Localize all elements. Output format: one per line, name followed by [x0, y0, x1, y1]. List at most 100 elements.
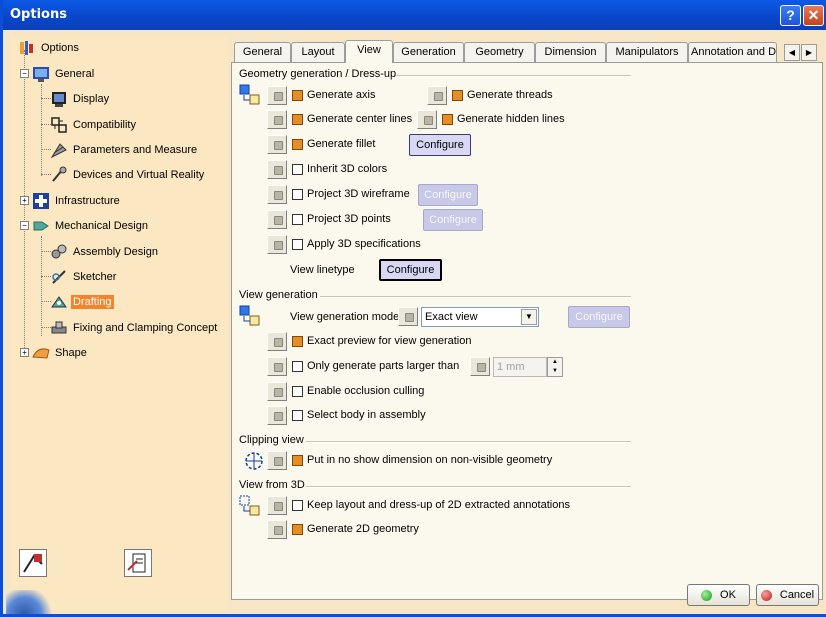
- generate-axis-label: Generate axis: [307, 89, 376, 101]
- tab-scroll-right-button[interactable]: ▶: [801, 44, 817, 61]
- lock-inherit-3d-colors[interactable]: [267, 160, 287, 179]
- lock-generate-fillet[interactable]: [267, 135, 287, 154]
- general-icon: [32, 65, 50, 83]
- size-value-input[interactable]: 1 mm: [493, 357, 547, 377]
- view-generation-mode-select[interactable]: Exact view ▼: [421, 307, 539, 327]
- view-generation-mode-value: Exact view: [425, 311, 478, 323]
- tree-item-options[interactable]: Options: [18, 38, 81, 58]
- no-show-checkbox[interactable]: [292, 455, 303, 466]
- only-larger-checkbox[interactable]: [292, 361, 303, 372]
- generate-center-lines-checkbox[interactable]: [292, 114, 303, 125]
- lock-select-body[interactable]: [267, 406, 287, 425]
- tree-item-devices[interactable]: Devices and Virtual Reality: [50, 165, 206, 185]
- tree-item-mechanical-design[interactable]: Mechanical Design: [32, 216, 150, 236]
- ok-button[interactable]: OK: [687, 584, 750, 606]
- inherit-3d-colors-label: Inherit 3D colors: [307, 163, 388, 175]
- options-icon: [18, 39, 36, 57]
- tree-item-sketcher[interactable]: Sketcher: [50, 267, 118, 287]
- lock-generate-hidden-lines[interactable]: [417, 110, 437, 129]
- chevron-down-icon[interactable]: ▼: [521, 309, 537, 325]
- devices-icon: [50, 166, 68, 184]
- select-body-checkbox[interactable]: [292, 410, 303, 421]
- lock-no-show[interactable]: [267, 451, 287, 470]
- cancel-button[interactable]: Cancel: [756, 584, 819, 606]
- fixing-clamping-icon: [50, 319, 68, 337]
- expand-shape-toggle[interactable]: +: [20, 348, 29, 357]
- configure-wireframe-button[interactable]: Configure: [418, 184, 478, 206]
- shape-icon: [32, 344, 50, 362]
- lock-view-generation-mode[interactable]: [398, 307, 418, 326]
- lock-generate-threads[interactable]: [427, 86, 447, 105]
- configure-fillet-button[interactable]: Configure: [409, 134, 471, 156]
- tree-item-assembly-design[interactable]: Assembly Design: [50, 242, 160, 262]
- lock-project-3d-points[interactable]: [267, 210, 287, 229]
- expand-infrastructure-toggle[interactable]: +: [20, 196, 29, 205]
- project-3d-wireframe-label: Project 3D wireframe: [307, 188, 410, 200]
- tab-dimension[interactable]: Dimension: [535, 42, 606, 62]
- window-title: Options: [10, 7, 67, 22]
- lock-exact-preview[interactable]: [267, 332, 287, 351]
- lock-only-larger[interactable]: [267, 357, 287, 376]
- apply-3d-specs-checkbox[interactable]: [292, 239, 303, 250]
- configure-linetype-button[interactable]: Configure: [379, 259, 442, 281]
- ok-icon: [701, 589, 713, 601]
- parameters-icon: [50, 141, 68, 159]
- tab-geometry[interactable]: Geometry: [464, 42, 535, 62]
- tree-item-general[interactable]: General: [32, 64, 96, 84]
- close-button[interactable]: ✕: [803, 5, 824, 26]
- lock-project-3d-wireframe[interactable]: [267, 185, 287, 204]
- globe-decoration: [6, 590, 52, 614]
- tree-item-compatibility[interactable]: Compatibility: [50, 115, 138, 135]
- lock-occlusion[interactable]: [267, 382, 287, 401]
- lock-generate-axis[interactable]: [267, 86, 287, 105]
- select-body-label: Select body in assembly: [307, 409, 426, 421]
- only-larger-label: Only generate parts larger than: [307, 360, 460, 372]
- generate-axis-checkbox[interactable]: [292, 90, 303, 101]
- size-stepper[interactable]: ▲ ▼: [547, 357, 563, 377]
- expand-mechanical-toggle[interactable]: −: [20, 221, 29, 230]
- project-3d-wireframe-checkbox[interactable]: [292, 189, 303, 200]
- tab-scroll-left-button[interactable]: ◀: [784, 44, 800, 61]
- lock-apply-3d-specs[interactable]: [267, 235, 287, 254]
- options-window: Options ? ✕ Options − General Display Co…: [0, 0, 826, 617]
- tree-item-fixing-clamping[interactable]: Fixing and Clamping Concept: [50, 318, 219, 338]
- help-button[interactable]: ?: [780, 5, 801, 26]
- keep-layout-checkbox[interactable]: [292, 500, 303, 511]
- tree-item-parameters[interactable]: Parameters and Measure: [50, 140, 199, 160]
- tab-generation[interactable]: Generation: [393, 42, 464, 62]
- generate-fillet-checkbox[interactable]: [292, 139, 303, 150]
- expand-general-toggle[interactable]: −: [20, 69, 29, 78]
- lock-size-value[interactable]: [470, 357, 490, 376]
- view-generation-section-icon: [239, 305, 261, 327]
- inherit-3d-colors-checkbox[interactable]: [292, 164, 303, 175]
- tree-item-display[interactable]: Display: [50, 89, 111, 109]
- tab-general[interactable]: General: [234, 42, 291, 62]
- tab-manipulators[interactable]: Manipulators: [606, 42, 688, 62]
- generate-hidden-lines-checkbox[interactable]: [442, 114, 453, 125]
- tree-item-drafting[interactable]: Drafting: [50, 292, 114, 312]
- export-options-icon[interactable]: [124, 549, 152, 577]
- generate-2d-checkbox[interactable]: [292, 524, 303, 535]
- options-tree: Options − General Display Compatibility …: [10, 36, 228, 610]
- section-title-clipping: Clipping view: [239, 434, 304, 446]
- tab-strip: General Layout View Generation Geometry …: [231, 40, 821, 63]
- no-show-label: Put in no show dimension on non-visible …: [307, 454, 553, 466]
- configure-points-button[interactable]: Configure: [423, 209, 483, 231]
- tab-annotation[interactable]: Annotation and D: [688, 42, 777, 62]
- lock-generate-center-lines[interactable]: [267, 110, 287, 129]
- tree-item-infrastructure[interactable]: Infrastructure: [32, 191, 122, 211]
- project-3d-points-checkbox[interactable]: [292, 214, 303, 225]
- configure-view-mode-button[interactable]: Configure: [568, 306, 630, 328]
- title-bar[interactable]: Options ? ✕: [3, 0, 826, 30]
- reset-options-icon[interactable]: [19, 549, 47, 577]
- occlusion-checkbox[interactable]: [292, 386, 303, 397]
- tab-layout[interactable]: Layout: [291, 42, 345, 62]
- tab-view[interactable]: View: [345, 40, 393, 63]
- compatibility-icon: [50, 116, 68, 134]
- generate-threads-checkbox[interactable]: [452, 90, 463, 101]
- lock-generate-2d[interactable]: [267, 520, 287, 539]
- tree-item-shape[interactable]: Shape: [32, 343, 89, 363]
- lock-keep-layout[interactable]: [267, 496, 287, 515]
- generate-threads-label: Generate threads: [467, 89, 553, 101]
- exact-preview-checkbox[interactable]: [292, 336, 303, 347]
